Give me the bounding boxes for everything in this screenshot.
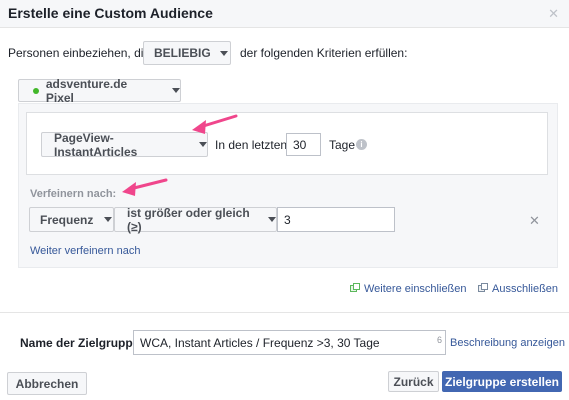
days-input[interactable]: 30 (286, 133, 321, 156)
refine-label: Verfeinern nach: (30, 188, 117, 200)
refine-operator-dropdown[interactable]: ist größer oder gleich (≥) (114, 205, 277, 234)
chevron-down-icon (199, 142, 207, 147)
refine-field-label: Frequenz (40, 212, 94, 227)
pixel-dropdown[interactable]: adsventure.de Pixel (18, 76, 181, 105)
pixel-label: adsventure.de Pixel (45, 76, 128, 105)
info-icon[interactable]: i (356, 139, 367, 150)
match-type-dropdown[interactable]: BELIEBIG (143, 41, 231, 65)
create-audience-button[interactable]: Zielgruppe erstellen (442, 371, 562, 392)
include-icon (350, 283, 360, 293)
cancel-button[interactable]: Abbrechen (7, 372, 87, 395)
refine-field-dropdown[interactable]: Frequenz (29, 207, 114, 232)
include-more-link[interactable]: Weitere einschließen (364, 283, 467, 295)
match-type-label: BELIEBIG (154, 46, 211, 60)
refine-more-link[interactable]: Weiter verfeinern nach (30, 245, 140, 257)
exclude-link[interactable]: Ausschließen (492, 283, 558, 295)
criteria-prefix-text: Personen einbeziehen, die (8, 46, 151, 60)
close-icon[interactable]: ✕ (548, 6, 559, 22)
event-dropdown[interactable]: PageView-InstantArticles (41, 130, 208, 159)
audience-name-value: WCA, Instant Articles / Frequenz >3, 30 … (140, 335, 380, 350)
pixel-status-dot-icon (33, 87, 39, 94)
remove-refinement-icon[interactable]: ✕ (529, 213, 540, 229)
chevron-down-icon (172, 88, 180, 93)
back-button[interactable]: Zurück (388, 371, 439, 392)
in-last-label: In den letzten (215, 138, 288, 152)
dialog-header: Erstelle eine Custom Audience ✕ (0, 0, 569, 28)
section-divider (0, 312, 569, 313)
days-label: Tage (329, 138, 356, 152)
chevron-down-icon (104, 217, 113, 222)
refine-value-input[interactable]: 3 (277, 207, 395, 232)
audience-name-label: Name der Zielgruppe (20, 336, 140, 350)
refine-operator-label: ist größer oder gleich (≥) (127, 205, 250, 234)
dialog-title: Erstelle eine Custom Audience (8, 5, 213, 21)
show-description-link[interactable]: Beschreibung anzeigen (450, 337, 565, 349)
exclude-icon (478, 283, 488, 293)
char-count: 6 (436, 335, 442, 345)
event-label: PageView-InstantArticles (54, 130, 138, 159)
audience-name-input[interactable]: WCA, Instant Articles / Frequenz >3, 30 … (133, 330, 446, 355)
chevron-down-icon (219, 50, 228, 56)
chevron-down-icon (268, 217, 276, 222)
criteria-suffix-text: der folgenden Kriterien erfüllen: (240, 46, 408, 60)
